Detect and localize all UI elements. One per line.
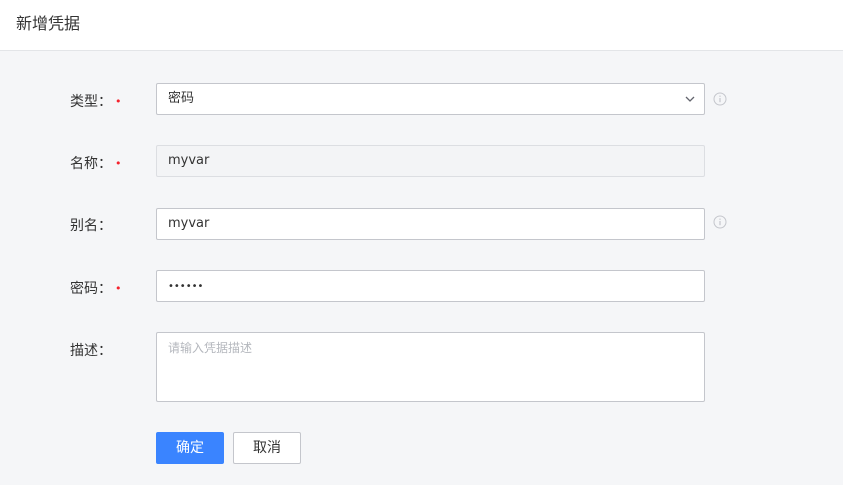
name-field: myvar: [156, 145, 705, 177]
page-header: 新增凭据: [0, 0, 843, 51]
chevron-down-icon: [685, 96, 695, 102]
type-label: 类型：: [70, 94, 112, 110]
password-required-mark: •: [115, 282, 122, 295]
alias-field[interactable]: myvar: [156, 208, 705, 240]
form-container: 类型： • 密码 名称： • myvar 别名： myvar 密码： • •••…: [0, 52, 843, 485]
type-select[interactable]: 密码: [156, 83, 705, 115]
cancel-button[interactable]: 取消: [233, 432, 301, 464]
password-field[interactable]: ••••••: [156, 270, 705, 302]
type-select-value: 密码: [168, 91, 195, 106]
name-required-mark: •: [115, 157, 122, 170]
alias-label: 别名：: [70, 218, 112, 234]
page-title: 新增凭据: [16, 14, 81, 33]
info-icon[interactable]: [713, 215, 727, 229]
alias-field-value: myvar: [168, 216, 210, 231]
description-label: 描述：: [70, 343, 112, 359]
password-label: 密码：: [70, 281, 112, 297]
name-label: 名称：: [70, 156, 112, 172]
type-required-mark: •: [115, 95, 122, 108]
confirm-button[interactable]: 确定: [156, 432, 224, 464]
name-field-value: myvar: [168, 153, 210, 168]
description-textarea[interactable]: [156, 332, 705, 402]
info-icon[interactable]: [713, 92, 727, 106]
password-field-value: ••••••: [168, 281, 204, 292]
